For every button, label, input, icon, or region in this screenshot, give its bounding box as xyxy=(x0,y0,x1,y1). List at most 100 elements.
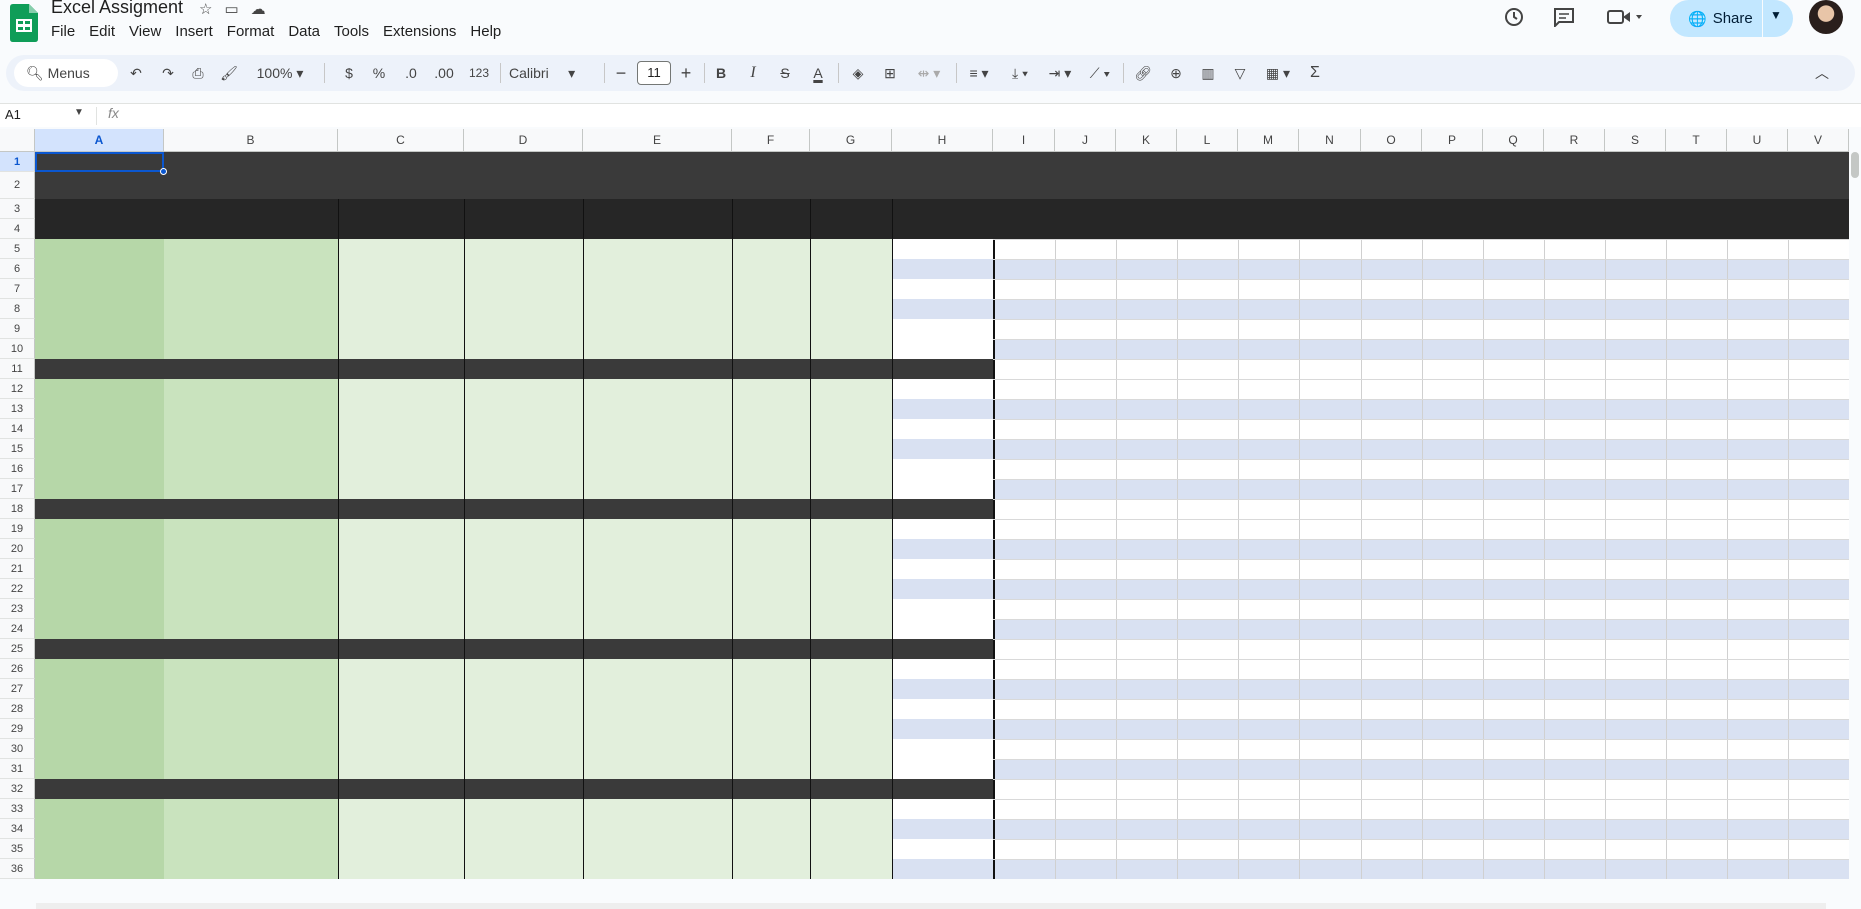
patient-field-value[interactable] xyxy=(164,459,338,479)
row-header-13[interactable]: 13 xyxy=(0,399,35,419)
vital-value[interactable] xyxy=(1055,539,1116,559)
medication-name[interactable] xyxy=(338,419,464,439)
column-header-m[interactable]: M xyxy=(1238,129,1299,152)
font-size-input[interactable]: 11 xyxy=(637,61,671,85)
vertical-align-icon[interactable]: ⤓ ▾ xyxy=(1003,55,1037,91)
vital-value[interactable] xyxy=(1177,799,1238,819)
medication-answer[interactable] xyxy=(338,539,464,559)
vital-value[interactable] xyxy=(1177,559,1238,579)
medication-name[interactable] xyxy=(338,559,464,579)
row-header-22[interactable]: 22 xyxy=(0,579,35,599)
patient-field-value[interactable] xyxy=(164,579,338,599)
vital-value[interactable] xyxy=(1177,739,1238,759)
vital-value[interactable] xyxy=(1055,459,1116,479)
menu-file[interactable]: File xyxy=(51,23,83,40)
vital-value[interactable] xyxy=(1055,239,1116,259)
vital-value[interactable] xyxy=(1177,239,1238,259)
vital-value[interactable] xyxy=(993,699,1055,719)
column-header-v[interactable]: V xyxy=(1788,129,1849,152)
more-formats-button[interactable]: 123 xyxy=(465,55,493,91)
vital-value[interactable] xyxy=(1177,819,1238,839)
vital-value[interactable] xyxy=(1116,659,1177,679)
allergy-answer[interactable] xyxy=(464,419,583,439)
vital-value[interactable] xyxy=(993,239,1055,259)
functions-button[interactable]: Σ xyxy=(1304,55,1326,91)
vital-value[interactable] xyxy=(993,459,1055,479)
alcohol-answer[interactable] xyxy=(732,699,810,719)
vital-value[interactable] xyxy=(1116,419,1177,439)
vital-value[interactable] xyxy=(1055,299,1116,319)
decrease-font-size-button[interactable]: − xyxy=(611,55,631,91)
tobacco-answer[interactable] xyxy=(583,419,732,439)
tobacco-answer[interactable] xyxy=(583,679,732,699)
vital-value[interactable] xyxy=(993,839,1055,859)
row-header-9[interactable]: 9 xyxy=(0,319,35,339)
tobacco-detail[interactable] xyxy=(583,699,732,719)
patient-field-value[interactable] xyxy=(164,619,338,639)
patient-field-value[interactable] xyxy=(164,759,338,779)
allergy-answer[interactable] xyxy=(464,699,583,719)
vital-value[interactable] xyxy=(1055,579,1116,599)
redo-icon[interactable]: ↷ xyxy=(157,55,179,91)
vital-value[interactable] xyxy=(1055,599,1116,619)
vital-value[interactable] xyxy=(1116,859,1177,879)
vital-value[interactable] xyxy=(1116,519,1177,539)
vital-value[interactable] xyxy=(1055,519,1116,539)
vital-value[interactable] xyxy=(1116,739,1177,759)
vital-value[interactable] xyxy=(1238,439,1299,459)
vital-value[interactable] xyxy=(1238,519,1299,539)
illegal-drugs-answer[interactable] xyxy=(810,279,892,299)
patient-field-value[interactable] xyxy=(164,719,338,739)
vital-value[interactable] xyxy=(1116,839,1177,859)
version-history-icon[interactable] xyxy=(1503,6,1525,28)
vital-value[interactable] xyxy=(1055,819,1116,839)
avatar[interactable] xyxy=(1809,0,1843,34)
vital-value[interactable] xyxy=(993,679,1055,699)
column-header-n[interactable]: N xyxy=(1299,129,1361,152)
vital-value[interactable] xyxy=(1055,439,1116,459)
patient-field-value[interactable] xyxy=(164,519,338,539)
patient-field-value[interactable] xyxy=(164,239,338,259)
column-header-a[interactable]: A xyxy=(35,129,164,152)
zoom-select[interactable]: 100% ▾ xyxy=(250,55,310,91)
vital-value[interactable] xyxy=(1055,859,1116,879)
vital-value[interactable] xyxy=(1116,259,1177,279)
patient-field-value[interactable] xyxy=(164,299,338,319)
vital-value[interactable] xyxy=(1055,319,1116,339)
menu-extensions[interactable]: Extensions xyxy=(383,23,464,40)
row-header-28[interactable]: 28 xyxy=(0,699,35,719)
medication-answer[interactable] xyxy=(338,819,464,839)
vital-value[interactable] xyxy=(993,259,1055,279)
vital-value[interactable] xyxy=(1177,659,1238,679)
text-rotation-icon[interactable]: ⟋ ▾ xyxy=(1083,55,1117,91)
vital-value[interactable] xyxy=(993,859,1055,879)
row-header-14[interactable]: 14 xyxy=(0,419,35,439)
horizontal-scrollbar[interactable] xyxy=(36,903,1826,909)
remarks-input[interactable] xyxy=(993,759,1849,779)
row-header-18[interactable]: 18 xyxy=(0,499,35,519)
column-header-k[interactable]: K xyxy=(1116,129,1177,152)
menu-view[interactable]: View xyxy=(129,23,169,40)
vital-value[interactable] xyxy=(1055,419,1116,439)
vital-value[interactable] xyxy=(1116,319,1177,339)
patient-field-value[interactable] xyxy=(164,739,338,759)
vital-value[interactable] xyxy=(993,819,1055,839)
tobacco-detail[interactable] xyxy=(583,559,732,579)
menu-help[interactable]: Help xyxy=(470,23,509,40)
patient-field-value[interactable] xyxy=(164,539,338,559)
vital-value[interactable] xyxy=(1055,659,1116,679)
column-header-p[interactable]: P xyxy=(1422,129,1483,152)
medication-answer[interactable] xyxy=(338,679,464,699)
currency-format-button[interactable]: $ xyxy=(339,55,359,91)
star-icon[interactable]: ☆ xyxy=(199,0,212,18)
allergy-answer[interactable] xyxy=(464,559,583,579)
vital-value[interactable] xyxy=(1177,859,1238,879)
row-header-33[interactable]: 33 xyxy=(0,799,35,819)
row-header-30[interactable]: 30 xyxy=(0,739,35,759)
horizontal-align-icon[interactable]: ≡ ▾ xyxy=(962,55,996,91)
vital-value[interactable] xyxy=(1116,679,1177,699)
increase-font-size-button[interactable]: + xyxy=(676,55,696,91)
row-header-23[interactable]: 23 xyxy=(0,599,35,619)
patient-field-value[interactable] xyxy=(164,699,338,719)
vital-value[interactable] xyxy=(1055,739,1116,759)
